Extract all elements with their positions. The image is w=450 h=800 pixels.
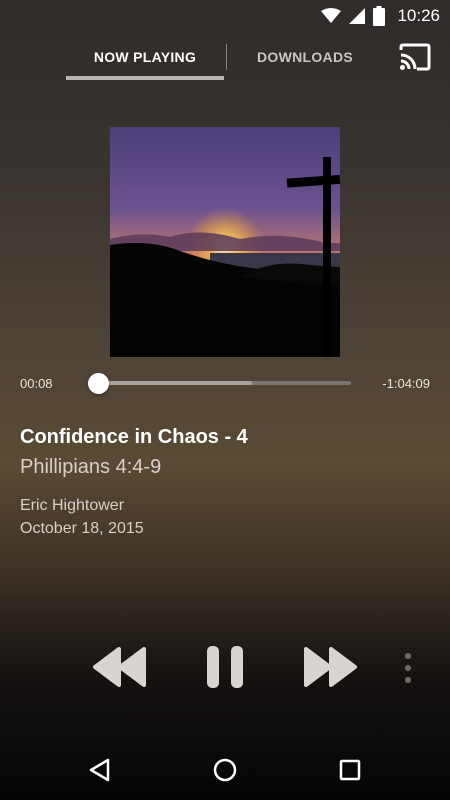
- recents-icon[interactable]: [336, 756, 364, 784]
- battery-icon: [373, 6, 386, 26]
- rewind-icon[interactable]: [92, 646, 148, 688]
- more-vertical-icon[interactable]: [398, 652, 418, 684]
- active-tab-indicator: [66, 76, 224, 80]
- track-speaker: Eric Hightower: [20, 497, 125, 514]
- cast-icon[interactable]: [398, 42, 432, 72]
- wifi-icon: [321, 8, 342, 23]
- home-icon[interactable]: [211, 756, 239, 784]
- system-nav-bar: [0, 740, 450, 800]
- status-icons: 10:26: [321, 4, 440, 28]
- buffer-progress: [98, 381, 252, 385]
- track-title: Confidence in Chaos - 4: [20, 426, 248, 448]
- status-bar: 10:26: [0, 0, 450, 32]
- elapsed-time: 00:08: [20, 376, 53, 391]
- pause-icon[interactable]: [205, 646, 245, 688]
- status-time: 10:26: [397, 6, 440, 25]
- fast-forward-icon[interactable]: [302, 646, 358, 688]
- tab-divider: [226, 44, 227, 70]
- track-date: October 18, 2015: [20, 520, 144, 537]
- cell-signal-icon: [349, 8, 366, 24]
- tab-downloads[interactable]: DOWNLOADS: [230, 32, 380, 84]
- tab-bar: NOW PLAYING DOWNLOADS: [0, 32, 450, 84]
- seek-bar[interactable]: [98, 381, 351, 385]
- album-artwork: [110, 127, 340, 357]
- back-icon[interactable]: [86, 756, 114, 784]
- track-passage: Phillipians 4:4-9: [20, 456, 162, 478]
- remaining-time: -1:04:09: [382, 376, 430, 391]
- seek-thumb[interactable]: [88, 373, 109, 394]
